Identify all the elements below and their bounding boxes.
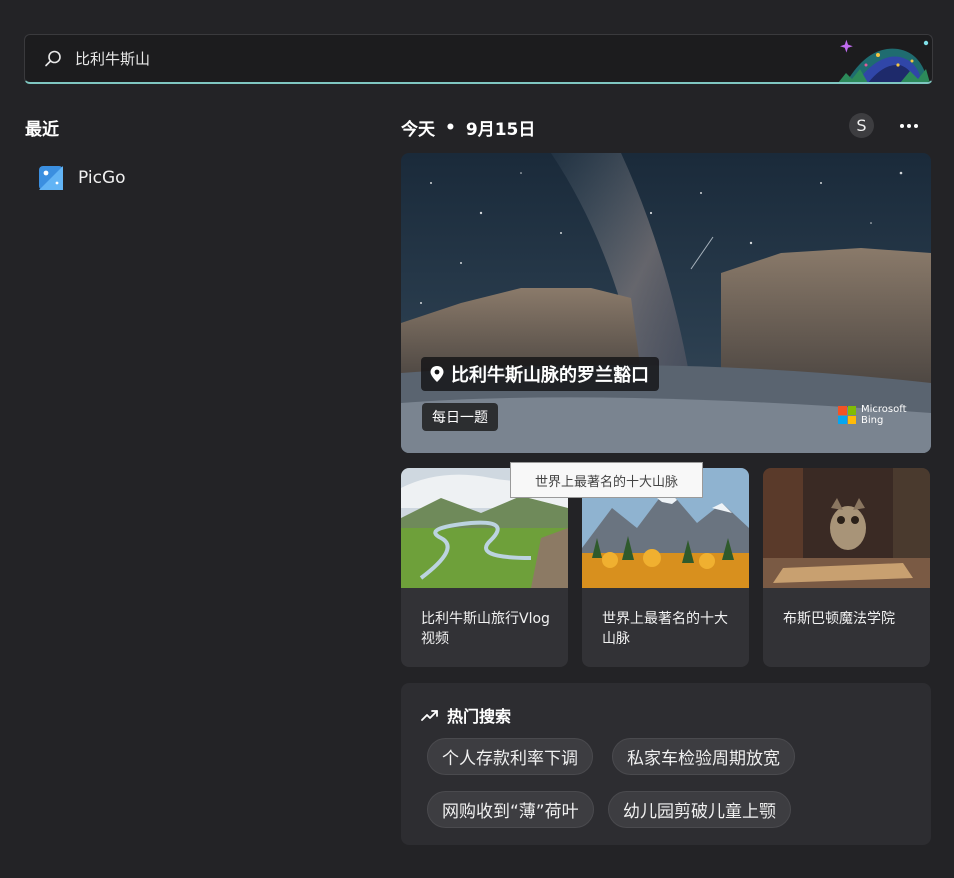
recent-item-label: PicGo (78, 168, 126, 188)
trending-chip-4[interactable]: 幼儿园剪破儿童上颚 (608, 791, 791, 828)
microsoft-bing-logo: Microsoft Bing (838, 404, 907, 426)
microsoft-logo-icon (838, 406, 856, 424)
card-tooltip: 世界上最著名的十大山脉 (510, 462, 703, 498)
trending-searches-panel: 热门搜索 个人存款利率下调 私家车检验周期放宽 网购收到“薄”荷叶 幼儿园剪破儿… (401, 683, 931, 845)
today-header: 今天 • 9月15日 (401, 115, 536, 141)
brand-line-2: Bing (861, 415, 884, 426)
bing-brand-text: Microsoft Bing (861, 404, 907, 426)
search-input[interactable] (75, 49, 838, 68)
trending-chip-3[interactable]: 网购收到“薄”荷叶 (427, 791, 594, 828)
today-label: 今天 (401, 120, 435, 140)
card-2-title: 世界上最著名的十大山脉 (602, 611, 728, 647)
card-3-title: 布斯巴顿魔法学院 (783, 611, 895, 627)
hero-location-text: 比利牛斯山脉的罗兰豁口 (451, 365, 649, 386)
avatar[interactable]: S (849, 113, 874, 138)
trending-header: 热门搜索 (421, 703, 511, 727)
hero-image-card[interactable]: 比利牛斯山脉的罗兰豁口 每日一题 Microsoft Bing (401, 153, 931, 453)
more-options-button[interactable] (893, 112, 925, 140)
search-icon (45, 50, 61, 66)
more-dots-icon (900, 124, 904, 128)
location-pin-icon (430, 366, 444, 382)
story-card-3[interactable]: 布斯巴顿魔法学院 (763, 468, 930, 667)
recent-item-picgo[interactable]: PicGo (38, 163, 126, 193)
trending-title: 热门搜索 (447, 707, 512, 726)
trending-chip-2[interactable]: 私家车检验周期放宽 (612, 738, 795, 775)
search-bar[interactable] (24, 34, 933, 84)
trending-up-icon (421, 710, 438, 721)
today-separator: • (445, 117, 456, 138)
brand-line-1: Microsoft (861, 404, 907, 415)
search-highlight-illustration[interactable] (838, 35, 930, 83)
daily-quiz-tag[interactable]: 每日一题 (422, 403, 498, 431)
trending-chip-1[interactable]: 个人存款利率下调 (427, 738, 593, 775)
more-dot (907, 124, 911, 128)
recent-heading: 最近 (25, 120, 59, 140)
picgo-app-icon (39, 166, 63, 190)
today-date: 9月15日 (465, 120, 536, 140)
card-1-title: 比利牛斯山旅行Vlog视频 (421, 611, 550, 647)
more-dot (914, 124, 918, 128)
hero-location-label[interactable]: 比利牛斯山脉的罗兰豁口 (421, 357, 659, 391)
card-image-magic-owl (763, 468, 930, 588)
